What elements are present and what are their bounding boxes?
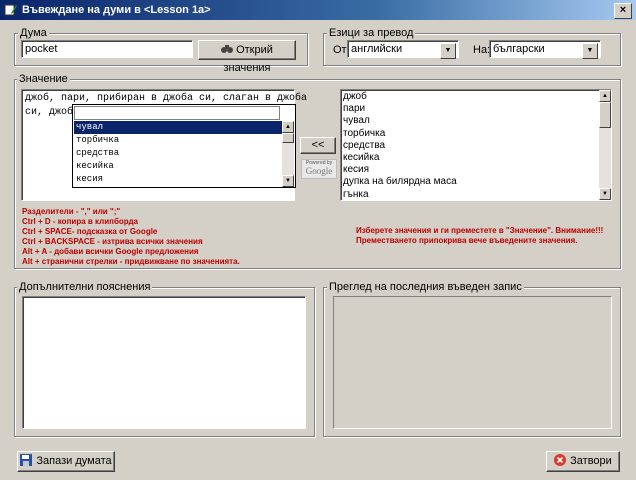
chevron-down-icon[interactable]: ▼ — [582, 43, 598, 59]
languages-group-label: Езици за превод — [327, 27, 416, 39]
result-item[interactable]: торбичка — [341, 128, 611, 140]
to-language-value: български — [493, 43, 545, 55]
scroll-up-icon[interactable]: ▲ — [282, 121, 294, 133]
hints-left: Разделители - "," или ";" Ctrl + D - коп… — [22, 207, 240, 267]
window-close-button[interactable]: × — [614, 3, 632, 19]
app-icon — [4, 4, 17, 16]
results-scrollbar[interactable]: ▲ ▼ — [599, 90, 611, 200]
scroll-thumb[interactable] — [599, 102, 611, 128]
autocomplete-item[interactable]: кесия — [74, 173, 282, 186]
hint-line: Ctrl + SPACE- подсказка от Google — [22, 227, 158, 236]
meaning-group-label: Значение — [17, 73, 70, 85]
word-input[interactable]: pocket — [21, 40, 193, 58]
hints-right: Изберете значения и ги преместете в "Зна… — [356, 226, 603, 246]
result-item[interactable]: дупка на билярдна маса — [341, 176, 611, 188]
save-word-label: Запази думата — [36, 455, 112, 467]
save-word-button[interactable]: Запази думата — [17, 451, 115, 472]
hint-line: Преместването припокрива вече въведените… — [356, 236, 578, 245]
google-badge: Powered by Google — [301, 159, 337, 179]
scroll-down-icon[interactable]: ▼ — [599, 188, 611, 200]
result-item[interactable]: гънка — [341, 189, 611, 201]
result-item[interactable]: пари — [341, 103, 611, 115]
chevron-down-icon[interactable]: ▼ — [440, 43, 456, 59]
hint-line: Изберете значения и ги преместете в "Зна… — [356, 226, 604, 235]
autocomplete-search-box[interactable] — [74, 106, 280, 120]
autocomplete-item[interactable]: средства — [74, 147, 282, 160]
hint-line: Alt + A - добави всички Google предложен… — [22, 247, 199, 256]
hint-line: Разделители - "," или ";" — [22, 207, 121, 216]
scroll-up-icon[interactable]: ▲ — [599, 90, 611, 102]
extra-notes-label: Допълнителни пояснения — [17, 281, 153, 293]
hint-line: Ctrl + BACKSPACE - изтрива всички значен… — [22, 237, 203, 246]
window-title: Въвеждане на думи в <Lesson 1a> — [22, 4, 211, 16]
find-meanings-button[interactable]: Открий значения — [198, 40, 296, 74]
floppy-disk-icon — [20, 454, 33, 466]
move-to-meaning-button[interactable]: << — [300, 137, 336, 154]
binoculars-icon — [221, 45, 234, 53]
google-logo: Google — [305, 166, 333, 176]
autocomplete-item[interactable]: кесийка — [74, 160, 282, 173]
google-results-list[interactable]: джоб пари чувал торбичка средства кесийк… — [340, 89, 612, 201]
hint-line: Alt + странични стрелки - придвижване по… — [22, 257, 240, 266]
result-item[interactable]: джоб — [341, 91, 611, 103]
hint-line: Ctrl + D - копира в клипборда — [22, 217, 138, 226]
result-item[interactable]: кесия — [341, 164, 611, 176]
result-item[interactable]: средства — [341, 140, 611, 152]
preview-panel — [333, 296, 612, 429]
close-button[interactable]: Затвори — [546, 451, 620, 472]
from-language-select[interactable]: английски ▼ — [347, 40, 459, 59]
scroll-thumb[interactable] — [282, 133, 294, 143]
autocomplete-scrollbar[interactable]: ▲ ▼ — [282, 121, 294, 187]
extra-notes-textarea[interactable] — [22, 296, 306, 429]
to-language-select[interactable]: български ▼ — [489, 40, 601, 59]
word-input-value: pocket — [25, 43, 58, 55]
from-language-value: английски — [351, 43, 403, 55]
scroll-down-icon[interactable]: ▼ — [282, 175, 294, 187]
close-icon — [554, 454, 567, 466]
close-label: Затвори — [570, 455, 612, 467]
autocomplete-item[interactable]: чувал — [74, 121, 282, 134]
to-label: На: — [473, 44, 491, 56]
autocomplete-item[interactable]: торбичка — [74, 134, 282, 147]
word-group-label: Дума — [18, 27, 49, 39]
result-item[interactable]: чувал — [341, 115, 611, 127]
title-bar[interactable]: Въвеждане на думи в <Lesson 1a> × — [0, 0, 636, 20]
autocomplete-popup[interactable]: чувал торбичка средства кесийка кесия ▲ … — [72, 104, 296, 188]
autocomplete-list[interactable]: чувал торбичка средства кесийка кесия — [74, 121, 282, 187]
preview-label: Преглед на последния въведен запис — [327, 281, 524, 293]
result-item[interactable]: кесийка — [341, 152, 611, 164]
